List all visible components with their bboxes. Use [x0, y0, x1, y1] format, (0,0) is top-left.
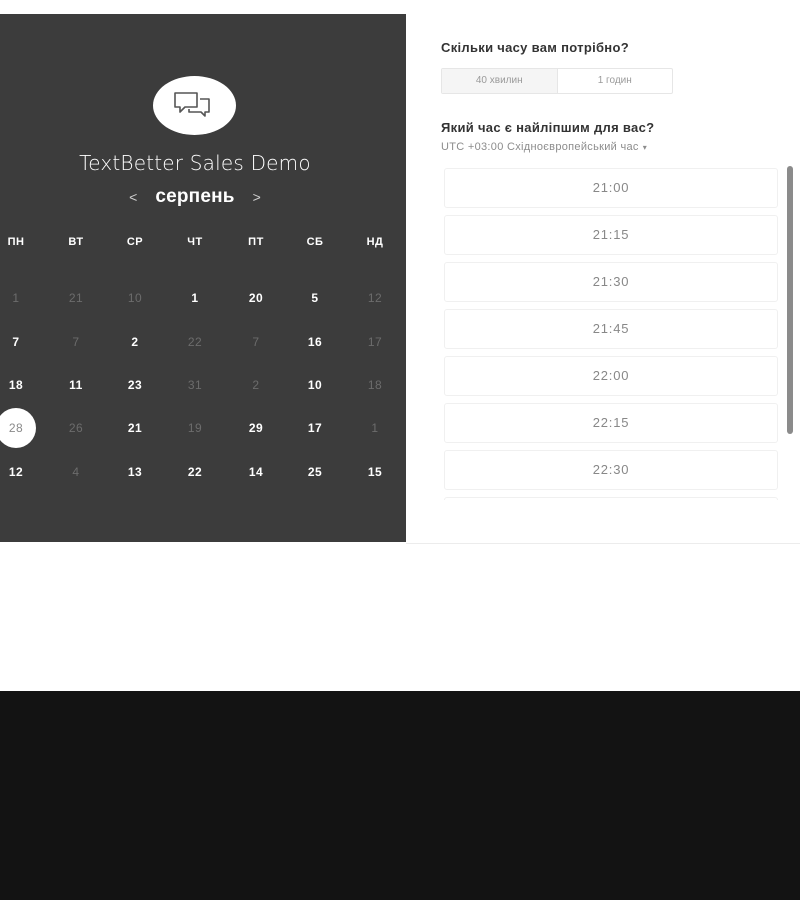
calendar-day[interactable]: 1: [175, 278, 215, 318]
time-slot-button[interactable]: 22:00: [444, 356, 778, 396]
calendar-day[interactable]: 7: [0, 322, 36, 362]
calendar-day[interactable]: 22: [175, 452, 215, 492]
calendar-day: 19: [187, 421, 203, 435]
booking-panel: Скільки часу вам потрібно? 40 хвилин 1 го…: [406, 14, 800, 544]
time-slot-button[interactable]: 22:30: [444, 450, 778, 490]
timezone-select[interactable]: UTC +03:00 Східноєвропейський час ▾: [441, 141, 647, 153]
duration-selector: 40 хвилин 1 годин: [441, 68, 673, 94]
time-slot-button[interactable]: 21:45: [444, 309, 778, 349]
duration-question: Скільки часу вам потрібно?: [441, 40, 629, 55]
chevron-down-icon: ▾: [642, 143, 648, 152]
calendar-day: 7: [72, 335, 80, 349]
calendar-day: 31: [187, 378, 203, 392]
time-slot-button[interactable]: [444, 497, 778, 500]
calendar-panel: TextBetter Sales Demo < серпень > ПН ВТ СР…: [0, 14, 406, 542]
time-slot-list: 21:00 21:15 21:30 21:45 22:00 22:15 22:30: [444, 168, 780, 500]
calendar-day[interactable]: 21: [115, 408, 155, 448]
calendar-day[interactable]: 11: [56, 365, 96, 405]
calendar-day[interactable]: 13: [115, 452, 155, 492]
page-footer-band: [0, 691, 800, 900]
calendar-day: 21: [68, 291, 84, 305]
timezone-label: UTC +03:00 Східноєвропейський час: [441, 141, 639, 153]
booking-widget: TextBetter Sales Demo < серпень > ПН ВТ СР…: [0, 0, 800, 900]
calendar-day-selected[interactable]: 28: [0, 408, 36, 448]
calendar-day[interactable]: 16: [295, 322, 335, 362]
calendar-day: 12: [367, 291, 383, 305]
time-slot-button[interactable]: 22:15: [444, 403, 778, 443]
time-slot-button[interactable]: 21:00: [444, 168, 778, 208]
calendar-day[interactable]: 12: [0, 452, 36, 492]
calendar-day[interactable]: 29: [236, 408, 276, 448]
calendar-grid: 1 21 10 1 20 5 12 7 7 2 22 7 16 17 18 11 23 31 2 10 18 28 26 21…: [0, 14, 406, 542]
calendar-day: 26: [68, 421, 84, 435]
calendar-day[interactable]: 5: [295, 278, 335, 318]
calendar-day[interactable]: 14: [236, 452, 276, 492]
time-slot-button[interactable]: 21:15: [444, 215, 778, 255]
calendar-day: 4: [72, 465, 80, 479]
time-question: Який час є найліпшим для вас?: [441, 120, 655, 135]
calendar-day[interactable]: 23: [115, 365, 155, 405]
slot-list-scrollbar[interactable]: [787, 166, 793, 434]
calendar-day[interactable]: 10: [295, 365, 335, 405]
calendar-day[interactable]: 25: [295, 452, 335, 492]
duration-option-button[interactable]: 1 годин: [558, 69, 673, 93]
calendar-day: 17: [367, 335, 383, 349]
calendar-day[interactable]: 15: [355, 452, 395, 492]
time-slot-button[interactable]: 21:30: [444, 262, 778, 302]
calendar-day: 7: [252, 335, 260, 349]
calendar-day: 10: [127, 291, 143, 305]
calendar-day: 1: [12, 291, 20, 305]
calendar-day: 1: [371, 421, 379, 435]
calendar-day: 2: [252, 378, 260, 392]
calendar-day[interactable]: 2: [115, 322, 155, 362]
calendar-day[interactable]: 17: [295, 408, 335, 448]
duration-option-button[interactable]: 40 хвилин: [442, 69, 558, 93]
calendar-day: 22: [187, 335, 203, 349]
calendar-day: 18: [367, 378, 383, 392]
calendar-day[interactable]: 20: [236, 278, 276, 318]
calendar-day[interactable]: 18: [0, 365, 36, 405]
